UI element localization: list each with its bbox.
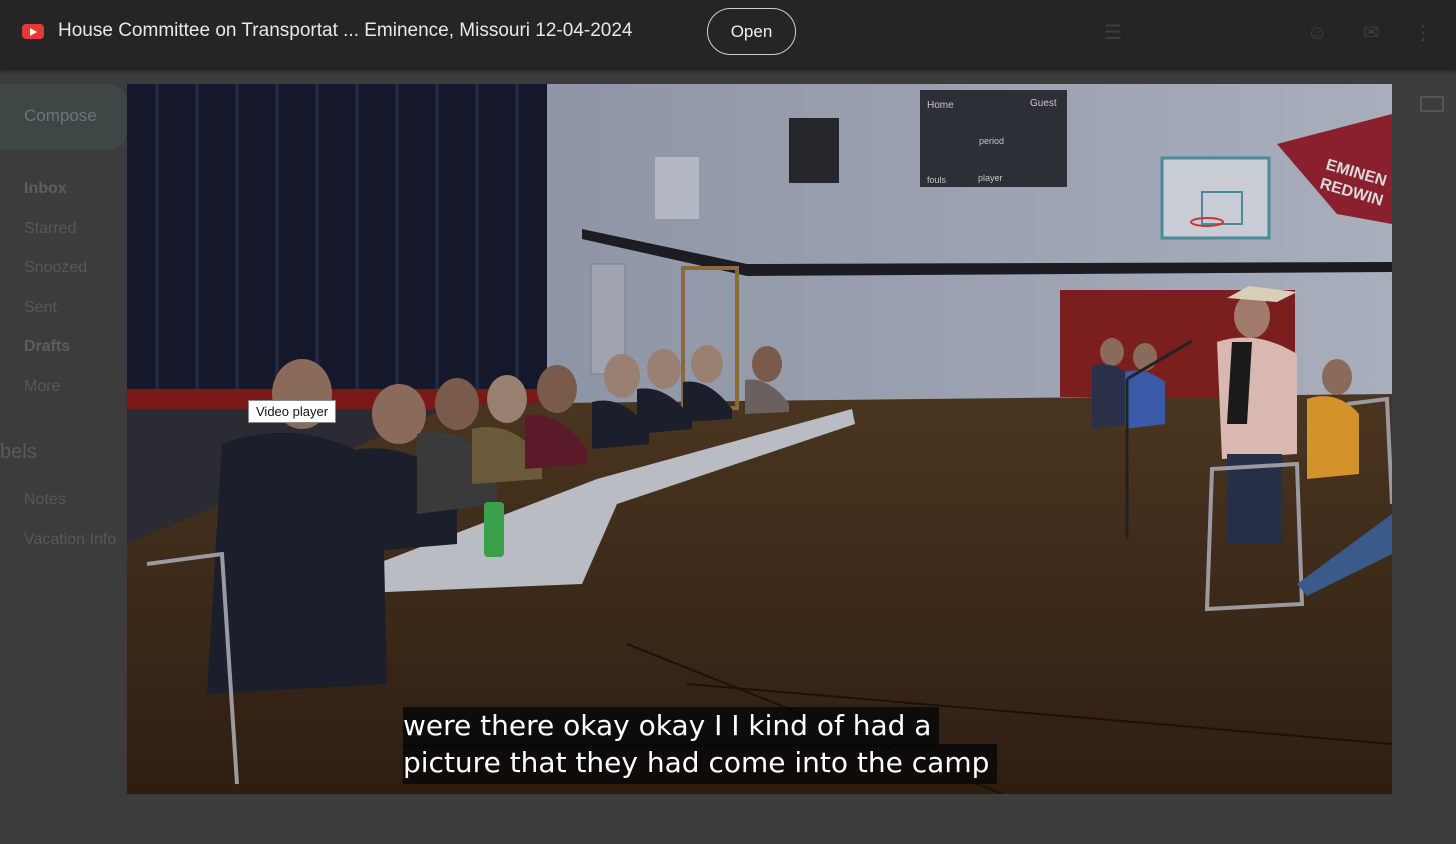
scoreboard-period: period	[979, 136, 1004, 146]
nav-drafts: Drafts	[24, 338, 71, 355]
nav-starred: Starred	[24, 220, 77, 237]
label-vacation-info: Vacation Info	[24, 531, 117, 548]
youtube-icon	[22, 24, 44, 39]
scoreboard-fouls: fouls	[927, 175, 947, 185]
label-notes: Notes	[24, 491, 66, 508]
emoji-icon: ☺	[1306, 22, 1328, 44]
nav-snoozed: Snoozed	[24, 259, 88, 276]
caption-line-1: were there okay okay I I kind of had a	[403, 707, 940, 747]
list-icon: ☰	[1104, 22, 1122, 44]
compose-label: Compose	[24, 106, 97, 125]
keyboard-icon	[1420, 96, 1444, 112]
labels-heading: bels	[0, 441, 37, 463]
video-title: House Committee on Transportat ... Emine…	[58, 20, 633, 41]
compose-button: Compose	[0, 84, 126, 150]
nav-sent: Sent	[24, 299, 57, 316]
scoreboard-player: player	[978, 173, 1003, 183]
more-icon: ⋮	[1413, 22, 1433, 44]
video-player[interactable]: Home Guest period fouls player EMINEN RE…	[127, 84, 1392, 794]
mail-icon: ✉	[1362, 22, 1380, 44]
scoreboard-home: Home	[927, 100, 954, 111]
video-frame: Home Guest period fouls player EMINEN RE…	[127, 84, 1392, 794]
nav-more: More	[24, 378, 61, 395]
media-topbar: House Committee on Transportat ... Emine…	[0, 0, 1456, 70]
scoreboard-guest: Guest	[1030, 98, 1057, 109]
video-player-tooltip: Video player	[248, 400, 337, 423]
open-button[interactable]: Open	[707, 8, 796, 55]
nav-inbox: Inbox	[24, 180, 67, 197]
caption-line-2: picture that they had come into the camp	[403, 744, 998, 784]
